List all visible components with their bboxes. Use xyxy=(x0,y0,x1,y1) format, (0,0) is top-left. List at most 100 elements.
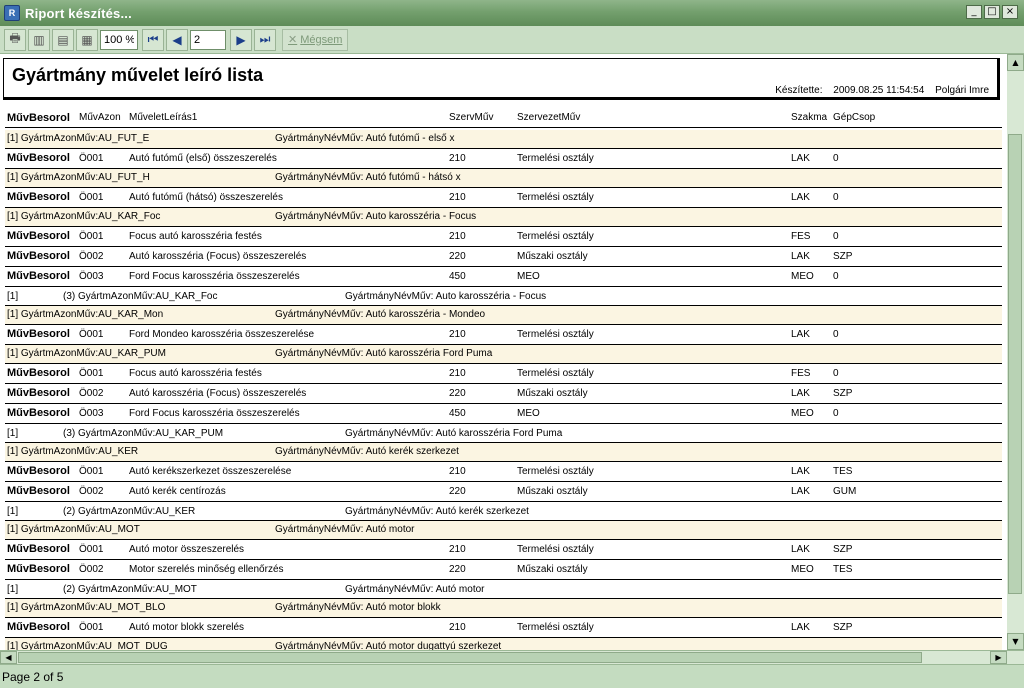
row-organization: MEO xyxy=(517,408,540,419)
table-row: MűvBesorol Ö002 Autó karosszéria (Focus) ö… xyxy=(5,384,1002,404)
row-szakma: LAK xyxy=(791,329,810,340)
row-szakma: LAK xyxy=(791,544,810,555)
multi-page-view-button[interactable]: ▦ xyxy=(76,28,98,51)
row-azon: Ö002 xyxy=(79,251,104,262)
horizontal-scrollbar[interactable]: ◀ ▶ xyxy=(0,650,1024,664)
window-title: Riport készítés... xyxy=(25,5,132,21)
report-header: Gyártmány művelet leíró lista Készítette… xyxy=(3,58,1000,100)
close-button[interactable]: × xyxy=(1002,5,1018,19)
two-page-view-button[interactable]: ▤ xyxy=(52,28,74,51)
group-product-code: [1] GyártmAzonMűv:AU_MOT_DUG xyxy=(7,641,168,650)
scroll-left-icon[interactable]: ◀ xyxy=(0,651,17,664)
report-title: Gyártmány művelet leíró lista xyxy=(12,65,264,85)
next-page-button[interactable]: ▶ xyxy=(230,28,252,51)
window-title-bar: R Riport készítés... _ □ × xyxy=(0,0,1024,26)
group-product-code: [1] GyártmAzonMűv:AU_KER xyxy=(7,446,139,457)
row-azon: Ö001 xyxy=(79,192,104,203)
group-header-row: [1] GyártmAzonMűv:AU_FUT_H GyártmányNévMű… xyxy=(5,169,1002,188)
group-product-code: [1] GyártmAzonMűv:AU_MOT_BLO xyxy=(7,602,166,613)
column-header-szakma: Szakma xyxy=(791,112,828,123)
group-header-row: [1] GyártmAzonMűv:AU_MOT_DUG GyártmányNév… xyxy=(5,638,1002,650)
one-page-view-button[interactable]: ▥ xyxy=(28,28,50,51)
group-header-row: [1] GyártmAzonMűv:AU_MOT_BLO GyártmányNév… xyxy=(5,599,1002,618)
row-besorol: MűvBesorol xyxy=(7,250,70,262)
row-organization: Műszaki osztály xyxy=(517,486,588,497)
table-row: MűvBesorol Ö001 Ford Mondeo karosszéria ös… xyxy=(5,325,1002,345)
row-besorol: MűvBesorol xyxy=(7,621,70,633)
row-szervmuv: 210 xyxy=(449,192,466,203)
report-meta: Készítette: 2009.08.25 11:54:54 Polgári … xyxy=(767,85,989,96)
row-azon: Ö002 xyxy=(79,388,104,399)
row-description: Motor szerelés minőség ellenőrzés xyxy=(129,564,284,575)
first-page-button[interactable]: ⏮ xyxy=(142,28,164,51)
table-row: MűvBesorol Ö002 Autó karosszéria (Focus) ö… xyxy=(5,247,1002,267)
two-page-icon: ▤ xyxy=(57,32,69,47)
table-row: MűvBesorol Ö001 Autó motor összeszerelés 21… xyxy=(5,540,1002,560)
table-row: MűvBesorol Ö001 Autó futómű (első) összesz… xyxy=(5,149,1002,169)
previous-page-button[interactable]: ◀ xyxy=(166,28,188,51)
row-szervmuv: 210 xyxy=(449,466,466,477)
row-gepcsop: 0 xyxy=(833,271,839,282)
row-azon: Ö002 xyxy=(79,564,104,575)
row-gepcsop: 0 xyxy=(833,192,839,203)
table-row: MűvBesorol Ö001 Focus autó karosszéria fes… xyxy=(5,364,1002,384)
page-status: Page 2 of 5 xyxy=(2,670,64,684)
row-szervmuv: 210 xyxy=(449,231,466,242)
row-gepcsop: SZP xyxy=(833,388,853,399)
print-button[interactable]: 🖶 xyxy=(4,28,26,51)
row-description: Autó kerékszerkezet összeszerelése xyxy=(129,466,292,477)
horizontal-scroll-thumb[interactable] xyxy=(18,652,922,663)
group-footer-row: [1] (3) GyártmAzonMűv:AU_KAR_Foc Gyártmány… xyxy=(5,287,1002,306)
scroll-down-icon[interactable]: ▼ xyxy=(1007,633,1024,650)
row-besorol: MűvBesorol xyxy=(7,563,70,575)
multi-page-icon: ▦ xyxy=(81,32,93,47)
zoom-input[interactable] xyxy=(100,29,138,50)
row-besorol: MűvBesorol xyxy=(7,270,70,282)
group-product-name: GyártmányNévMűv: Autó kerék szerkezet xyxy=(275,446,459,457)
group-product-code: [1] GyártmAzonMűv:AU_KAR_Mon xyxy=(7,309,164,320)
status-bar: Page 2 of 5 xyxy=(0,664,1024,688)
minimize-button[interactable]: _ xyxy=(966,5,982,19)
vertical-scrollbar[interactable]: ▲ ▼ xyxy=(1007,54,1024,650)
restore-button[interactable]: □ xyxy=(984,5,1000,19)
group-product-code: [1] GyártmAzonMűv:AU_KAR_Foc xyxy=(7,211,161,222)
page-number-input[interactable] xyxy=(190,29,226,50)
row-azon: Ö003 xyxy=(79,271,104,282)
footer-product-name: GyártmányNévMűv: Auto karosszéria - Focu… xyxy=(345,291,547,302)
row-azon: Ö001 xyxy=(79,368,104,379)
row-besorol: MűvBesorol xyxy=(7,191,70,203)
row-besorol: MűvBesorol xyxy=(7,543,70,555)
column-header-besorol: MűvBesorol xyxy=(7,112,70,124)
group-product-name: GyártmányNévMűv: Autó futómű - hátsó x xyxy=(275,172,461,183)
group-header-row: [1] GyártmAzonMűv:AU_MOT GyártmányNévMűv:… xyxy=(5,521,1002,540)
row-organization: Műszaki osztály xyxy=(517,564,588,575)
row-besorol: MűvBesorol xyxy=(7,387,70,399)
footer-level: [1] xyxy=(7,291,19,302)
row-gepcsop: TES xyxy=(833,564,853,575)
group-product-name: GyártmányNévMűv: Autó motor blokk xyxy=(275,602,441,613)
row-szakma: LAK xyxy=(791,388,810,399)
row-azon: Ö001 xyxy=(79,329,104,340)
column-header-row: MűvBesorol MűvAzon MűveletLeírás1 SzervM… xyxy=(5,112,1002,128)
group-product-name: GyártmányNévMűv: Auto karosszéria - Focu… xyxy=(275,211,477,222)
row-szakma: LAK xyxy=(791,622,810,633)
last-page-button[interactable]: ⏭ xyxy=(254,28,276,51)
row-gepcsop: 0 xyxy=(833,329,839,340)
row-szervmuv: 210 xyxy=(449,153,466,164)
created-label: Készítette: xyxy=(775,85,823,96)
row-szakma: MEO xyxy=(791,271,814,282)
group-product-code: [1] GyártmAzonMűv:AU_KAR_PUM xyxy=(7,348,166,359)
vertical-scroll-thumb[interactable] xyxy=(1008,134,1022,594)
scroll-right-icon[interactable]: ▶ xyxy=(990,651,1007,664)
row-description: Autó futómű (hátsó) összeszerelés xyxy=(129,192,283,203)
group-header-row: [1] GyártmAzonMűv:AU_KAR_Foc GyártmányNév… xyxy=(5,208,1002,227)
group-product-name: GyártmányNévMűv: Autó futómű - első x xyxy=(275,133,455,144)
cancel-button[interactable]: ✕ Mégsem xyxy=(282,28,349,51)
column-header-szervmuv: SzervMűv xyxy=(449,112,494,123)
row-gepcsop: 0 xyxy=(833,231,839,242)
row-description: Autó motor összeszerelés xyxy=(129,544,245,555)
row-szervmuv: 220 xyxy=(449,486,466,497)
row-szervmuv: 210 xyxy=(449,329,466,340)
row-gepcsop: 0 xyxy=(833,408,839,419)
scroll-up-icon[interactable]: ▲ xyxy=(1007,54,1024,71)
